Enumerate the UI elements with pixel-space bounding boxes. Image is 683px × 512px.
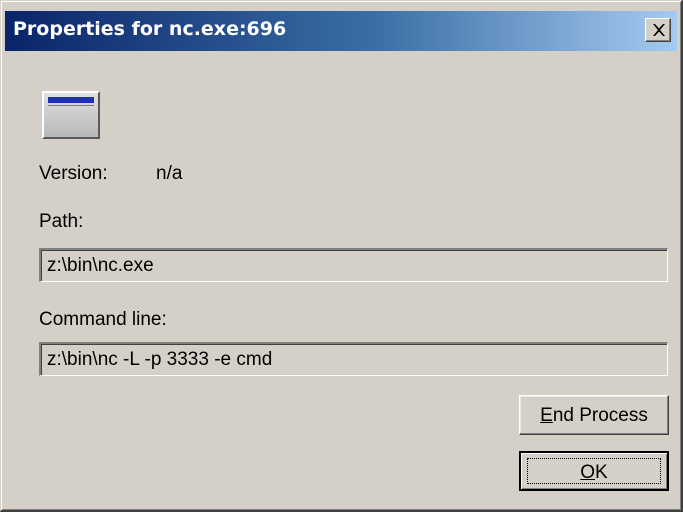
close-icon <box>653 24 665 36</box>
end-process-label: End Process <box>540 405 648 426</box>
command-line-label: Command line: <box>39 309 167 330</box>
title-bar[interactable]: Properties for nc.exe:696 <box>5 11 677 51</box>
path-label: Path: <box>39 211 84 232</box>
ok-button[interactable]: OK <box>519 451 669 491</box>
close-button[interactable] <box>645 18 671 42</box>
icon-divider <box>48 105 94 106</box>
path-value: z:\bin\nc.exe <box>47 255 154 276</box>
application-window-icon <box>42 91 100 139</box>
properties-dialog: Properties for nc.exe:696 Version: n/a P… <box>0 0 683 512</box>
command-line-field[interactable]: z:\bin\nc -L -p 3333 -e cmd <box>39 342 668 376</box>
version-value: n/a <box>156 163 183 184</box>
window-title: Properties for nc.exe:696 <box>13 18 287 40</box>
path-field[interactable]: z:\bin\nc.exe <box>39 248 668 282</box>
command-line-value: z:\bin\nc -L -p 3333 -e cmd <box>47 349 273 370</box>
version-label: Version: <box>39 163 108 184</box>
ok-label: OK <box>580 462 608 483</box>
icon-title-strip <box>48 97 94 103</box>
end-process-button[interactable]: End Process <box>519 395 669 435</box>
